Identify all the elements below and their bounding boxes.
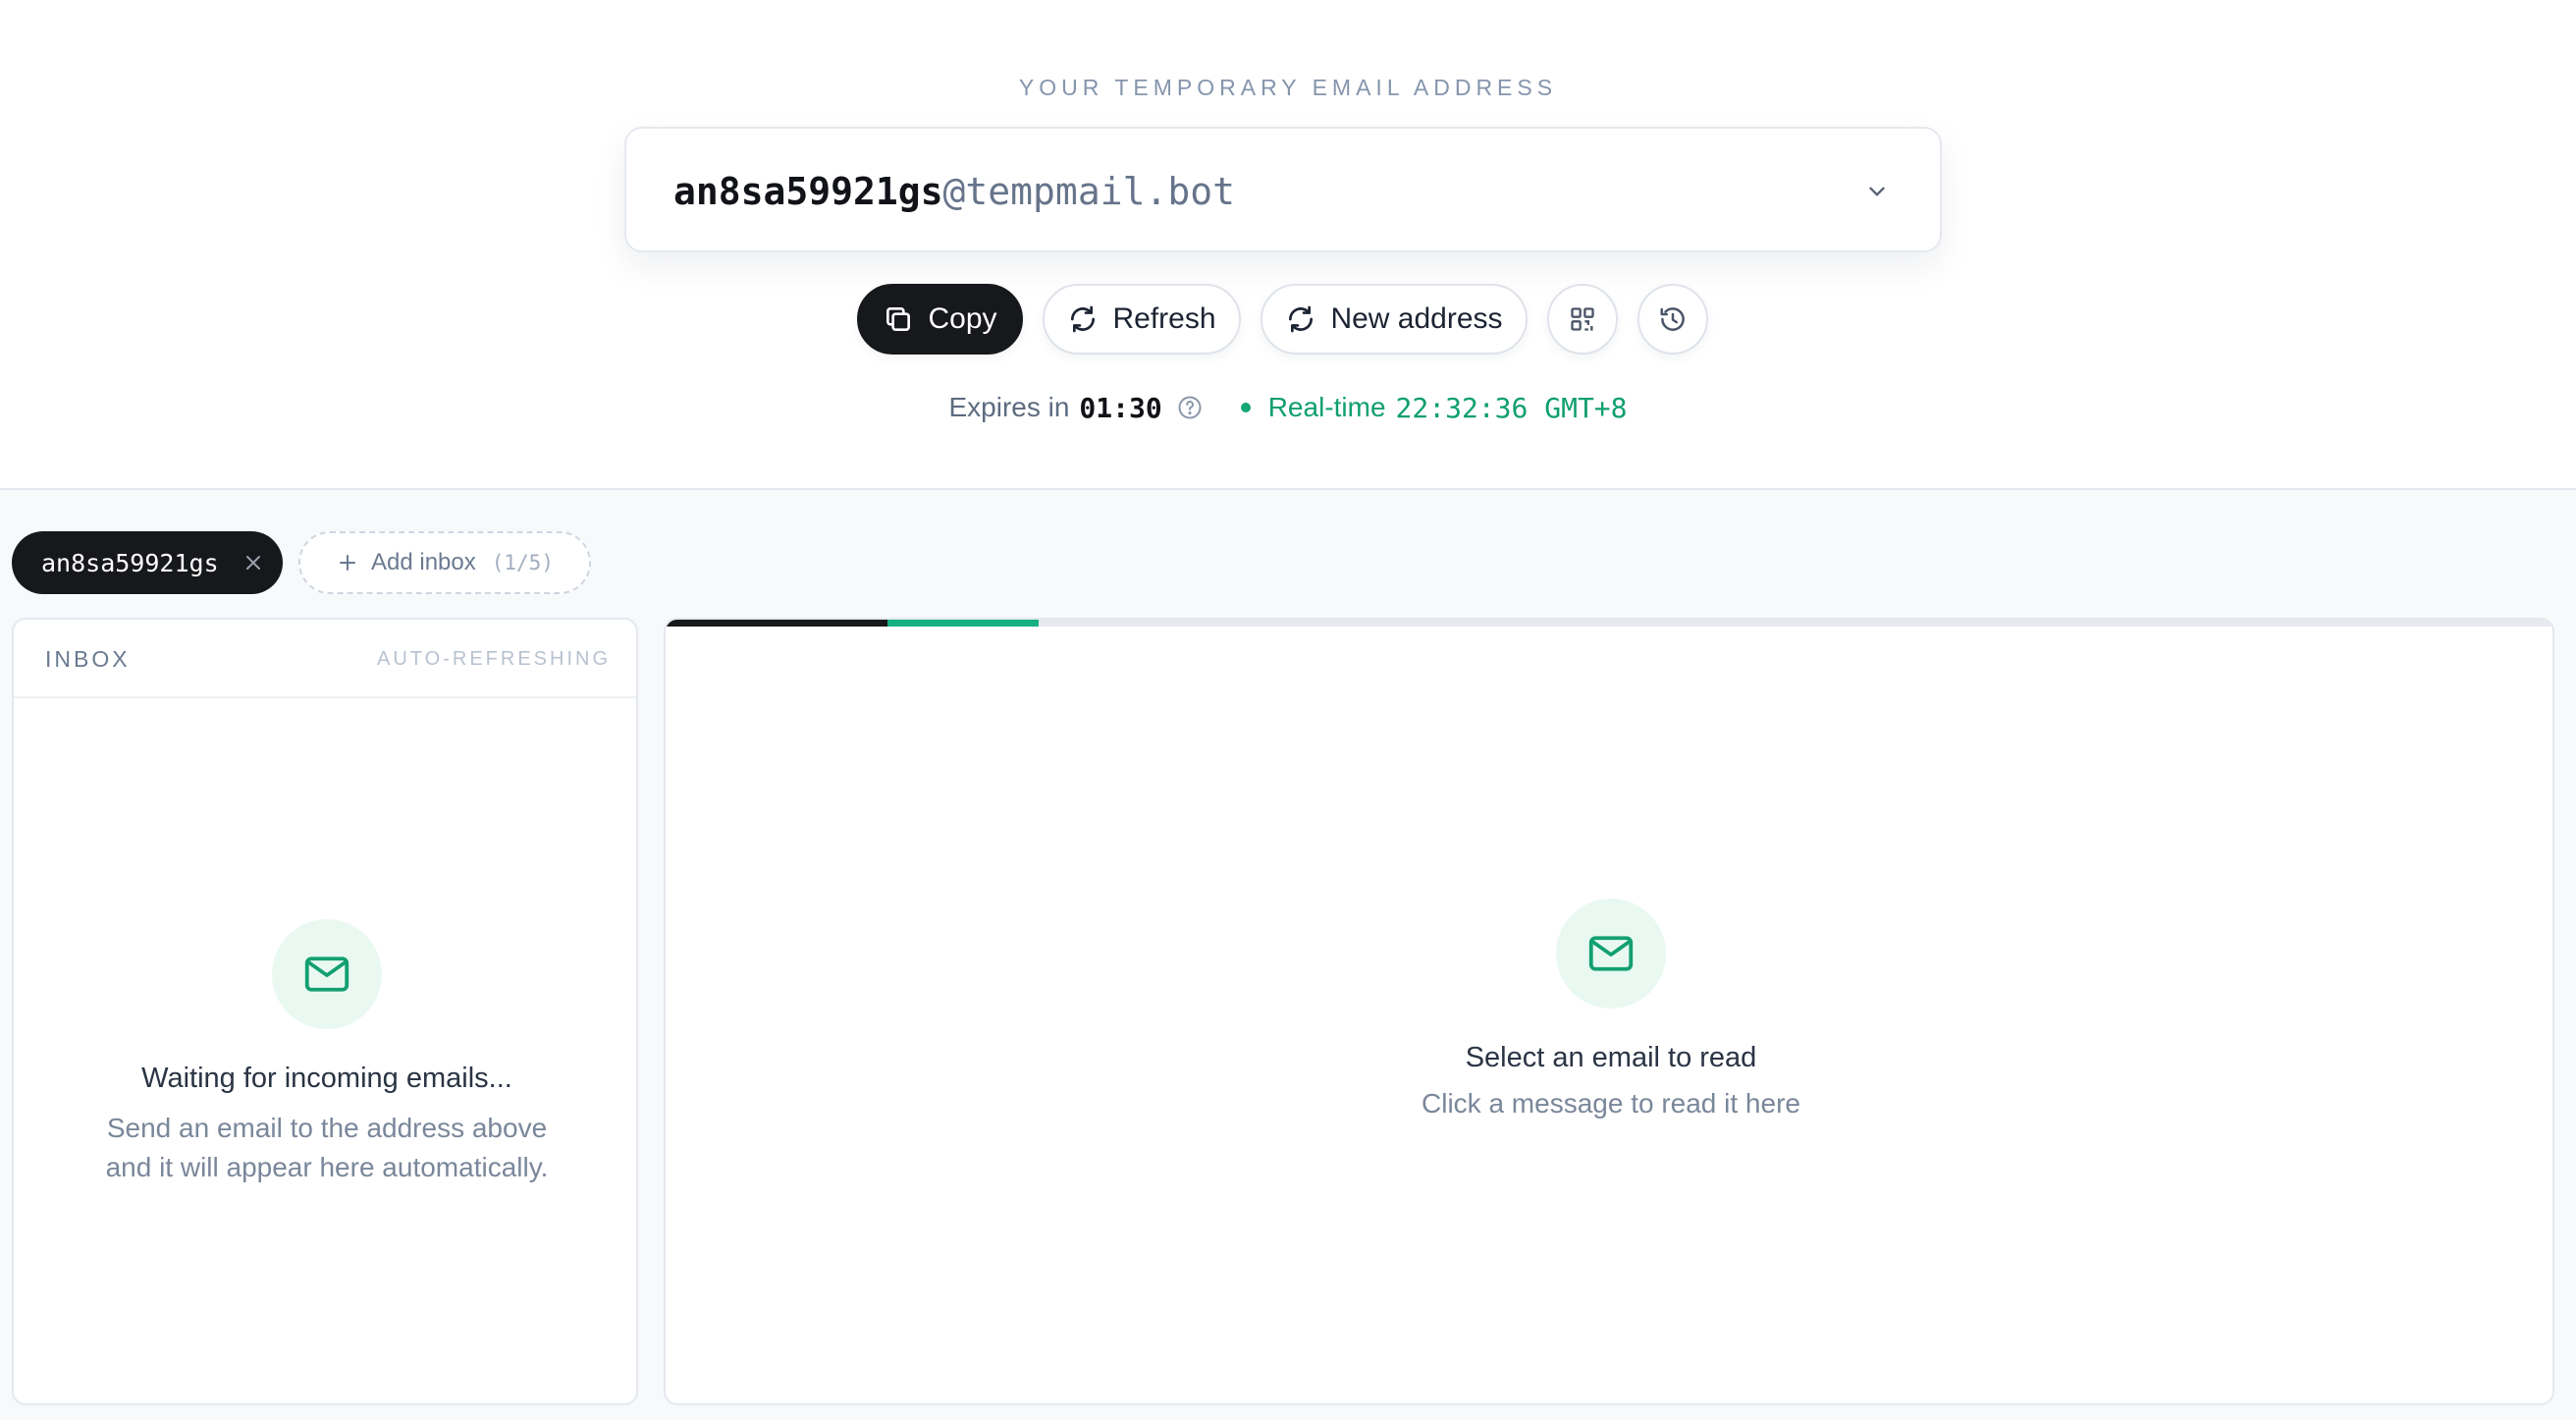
- address-selector[interactable]: an8sa59921gs@tempmail.bot: [624, 127, 1942, 252]
- progress-segment-green: [887, 620, 1039, 627]
- mail-workspace: an8sa59921gs Add inbox (1/5) INBOX AUTO-…: [0, 490, 2576, 1420]
- email-address[interactable]: an8sa59921gs@tempmail.bot: [673, 170, 1235, 213]
- inbox-tab-label: an8sa59921gs: [41, 548, 219, 577]
- reader-panel: Select an email to read Click a message …: [664, 618, 2554, 1405]
- copy-button[interactable]: Copy: [857, 284, 1023, 355]
- refresh-button[interactable]: Refresh: [1043, 284, 1241, 355]
- chevron-down-icon[interactable]: [1857, 172, 1897, 211]
- inbox-empty-line-2: and it will appear here automatically.: [105, 1152, 549, 1182]
- qr-code-button[interactable]: [1547, 284, 1618, 355]
- inbox-panel: INBOX AUTO-REFRESHING Waiting for incomi…: [12, 618, 638, 1405]
- realtime-label: Real-time: [1267, 392, 1386, 422]
- inbox-header: INBOX AUTO-REFRESHING: [14, 620, 636, 698]
- add-inbox-button[interactable]: Add inbox (1/5): [298, 531, 591, 594]
- live-indicator-dot: [1240, 403, 1251, 412]
- qr-code-icon: [1569, 305, 1596, 333]
- reader-empty-state: Select an email to read Click a message …: [666, 899, 2552, 1120]
- mail-icon: [1556, 899, 1666, 1009]
- realtime-clock: 22:32:36 GMT+8: [1395, 391, 1628, 424]
- action-bar: Copy Refresh New address: [0, 284, 2576, 355]
- reader-empty-description: Click a message to read it here: [1422, 1088, 1800, 1119]
- expires-label: Expires in: [948, 392, 1070, 422]
- status-line: Expires in 01:30 Real-time 22:32:36 GMT+…: [0, 388, 2576, 427]
- history-button[interactable]: [1637, 284, 1708, 355]
- inbox-tab-active[interactable]: an8sa59921gs: [12, 531, 283, 594]
- address-caption: YOUR TEMPORARY EMAIL ADDRESS: [1018, 75, 1558, 100]
- inbox-empty-state: Waiting for incoming emails... Send an e…: [14, 919, 636, 1187]
- inbox-empty-line-1: Send an email to the address above: [106, 1113, 548, 1143]
- add-inbox-label: Add inbox: [371, 549, 476, 575]
- address-domain: @tempmail.bot: [942, 170, 1235, 213]
- plus-icon: [336, 551, 359, 574]
- progress-segment-dark: [666, 620, 887, 627]
- copy-label: Copy: [928, 302, 997, 335]
- address-username: an8sa59921gs: [673, 170, 943, 213]
- new-address-icon: [1285, 303, 1316, 335]
- refresh-progress-bar: [666, 620, 2552, 627]
- inbox-empty-title: Waiting for incoming emails...: [141, 1063, 512, 1094]
- copy-icon: [883, 303, 914, 335]
- new-address-label: New address: [1330, 302, 1503, 335]
- auto-refresh-label: AUTO-REFRESHING: [377, 648, 611, 670]
- address-header: YOUR TEMPORARY EMAIL ADDRESS an8sa59921g…: [0, 0, 2576, 490]
- refresh-label: Refresh: [1112, 302, 1216, 335]
- new-address-button[interactable]: New address: [1261, 284, 1528, 355]
- close-icon[interactable]: [242, 551, 265, 574]
- help-circle-icon[interactable]: [1176, 394, 1204, 421]
- refresh-icon: [1067, 303, 1099, 335]
- mail-icon: [272, 919, 382, 1029]
- expires-timer: 01:30: [1079, 391, 1162, 424]
- inbox-title: INBOX: [45, 646, 131, 672]
- history-icon: [1658, 304, 1688, 334]
- reader-empty-title: Select an email to read: [1465, 1042, 1757, 1073]
- inbox-count: (1/5): [491, 551, 554, 574]
- inbox-empty-description: Send an email to the address above and i…: [106, 1109, 549, 1187]
